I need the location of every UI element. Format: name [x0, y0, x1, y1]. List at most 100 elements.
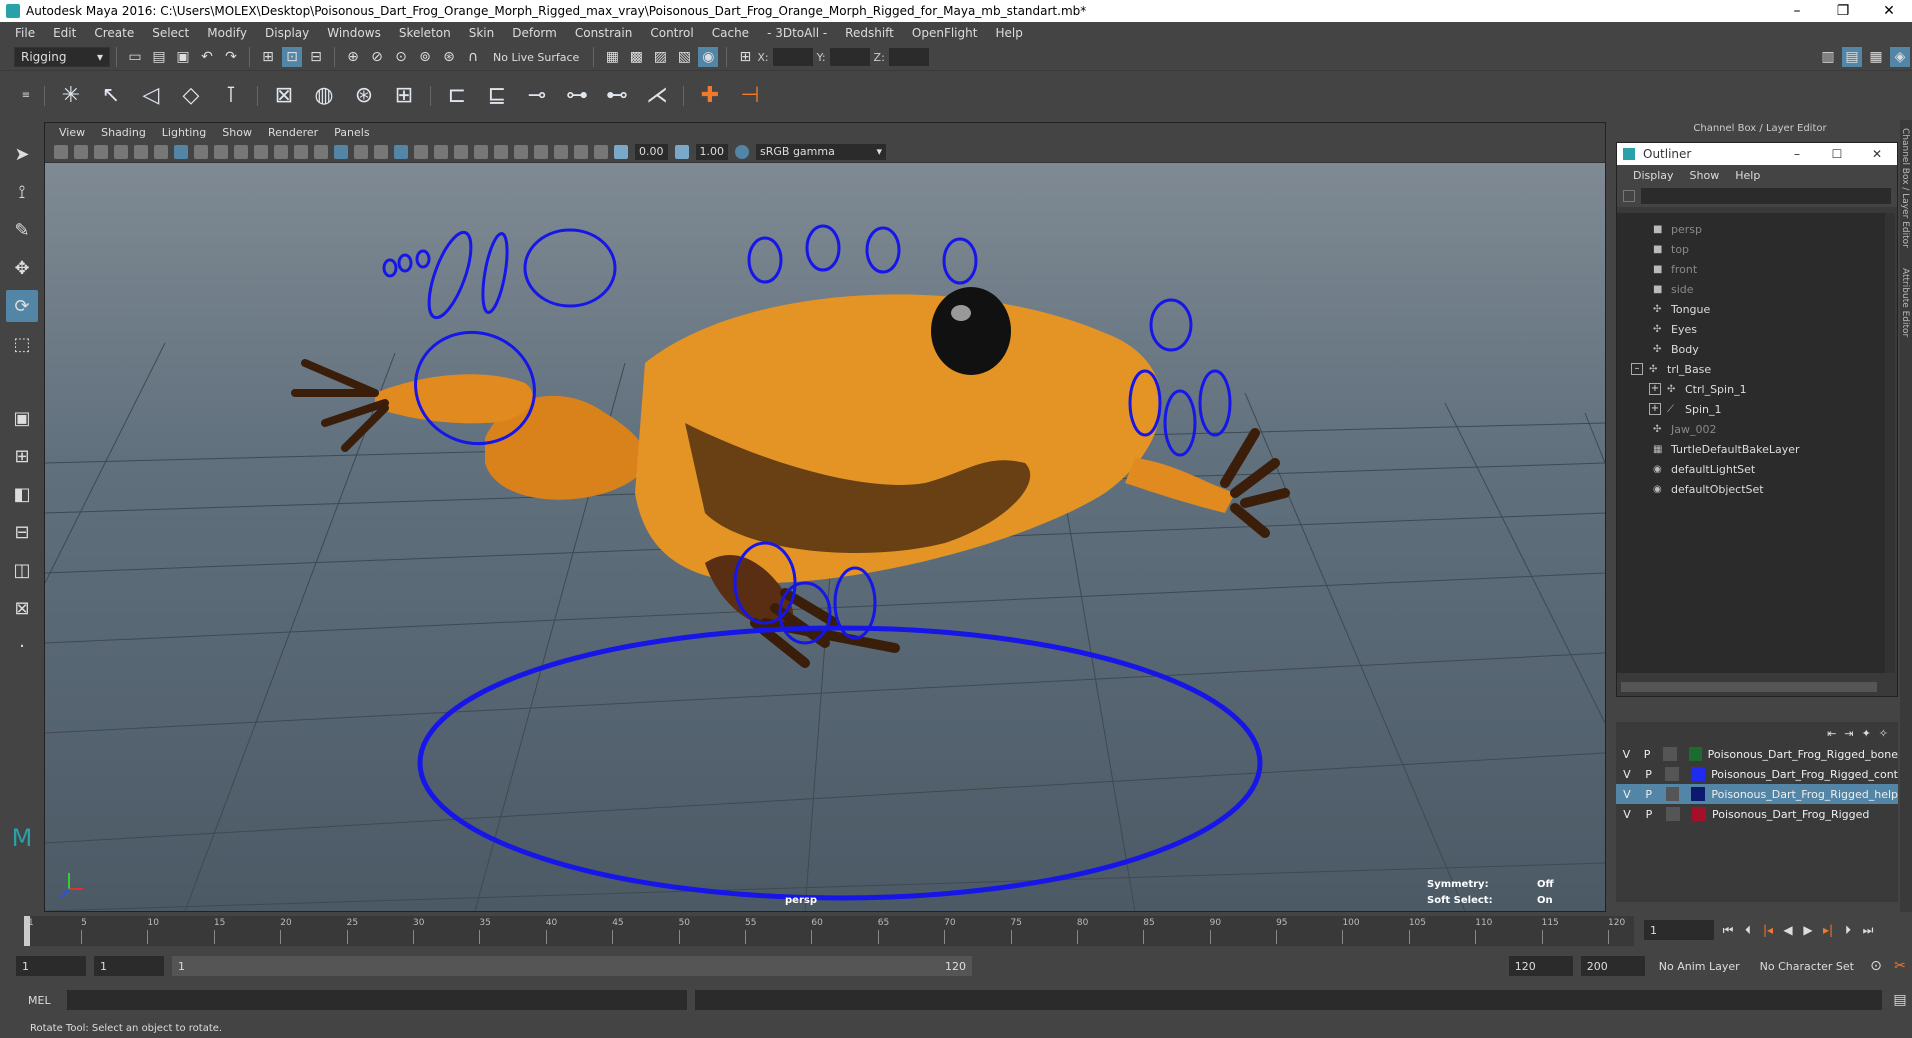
snap-surface-icon[interactable]: ⊛ [439, 47, 459, 67]
close-button[interactable]: ✕ [1866, 0, 1912, 22]
anti-alias-icon[interactable] [494, 144, 508, 159]
layer-display-type[interactable] [1665, 767, 1680, 781]
bind-skin-icon[interactable]: ⊏ [440, 79, 474, 113]
command-input[interactable] [66, 990, 687, 1010]
orient-constraint-icon[interactable]: ⊷ [600, 79, 634, 113]
lasso-tool-icon[interactable]: ⟟ [6, 176, 38, 208]
filter-icon[interactable] [1623, 190, 1635, 202]
anim-prefs-icon[interactable]: ✂ [1890, 956, 1910, 976]
live-surface-label[interactable]: No Live Surface [485, 51, 587, 64]
play-backward-icon[interactable]: ◀ [1778, 920, 1798, 940]
ik-spline-icon[interactable]: ◁ [134, 79, 168, 113]
render-view-icon[interactable]: ▦ [602, 47, 622, 67]
end-time-field[interactable]: 200 [1580, 956, 1645, 976]
layer-display-type[interactable] [1665, 787, 1680, 801]
new-layer-icon[interactable]: ✦ [1862, 727, 1871, 740]
textured-icon[interactable] [394, 144, 408, 159]
paint-weights-icon[interactable]: ⊑ [480, 79, 514, 113]
grid-icon[interactable] [174, 144, 188, 159]
layer-display-type[interactable] [1663, 747, 1677, 761]
select-hierarchy-icon[interactable]: ⊞ [258, 47, 278, 67]
channel-box-toggle-icon[interactable]: ▤ [1842, 47, 1862, 67]
step-forward-key-icon[interactable]: ⏵ [1838, 920, 1858, 940]
single-view-icon[interactable]: ▣ [6, 402, 38, 434]
outliner-menu-show[interactable]: Show [1682, 169, 1728, 182]
isolate-select-icon[interactable] [534, 144, 548, 159]
z-field[interactable] [888, 48, 929, 66]
depth-of-field-icon[interactable] [514, 144, 528, 159]
xray-icon[interactable] [554, 144, 568, 159]
minimize-button[interactable]: – [1774, 0, 1820, 22]
smooth-shade-icon[interactable] [334, 144, 348, 159]
menu-select[interactable]: Select [143, 26, 198, 40]
menu-file[interactable]: File [6, 26, 44, 40]
outliner-item[interactable]: ■ top [1617, 239, 1885, 259]
snap-view-icon[interactable]: ⊚ [415, 47, 435, 67]
motion-blur-icon[interactable] [474, 144, 488, 159]
pole-vector-icon[interactable]: ⋌ [640, 79, 674, 113]
cluster-icon[interactable]: ◍ [307, 79, 341, 113]
maximize-icon[interactable]: ☐ [1817, 147, 1857, 161]
parent-constraint-icon[interactable]: ⊣ [733, 79, 767, 113]
open-scene-icon[interactable]: ▤ [149, 47, 169, 67]
layer-color-swatch[interactable] [1691, 767, 1706, 781]
layer-color-swatch[interactable] [1691, 787, 1706, 801]
outliner-item[interactable]: ✣ Eyes [1617, 319, 1885, 339]
safe-title-icon[interactable] [294, 144, 308, 159]
layer-playback-toggle[interactable]: P [1638, 768, 1660, 781]
layer-visibility-toggle[interactable]: V [1616, 768, 1638, 781]
current-frame-field[interactable]: 1 [1644, 920, 1714, 940]
select-tool-icon[interactable]: ➤ [6, 138, 38, 170]
point-constraint-icon[interactable]: ⊸ [520, 79, 554, 113]
insert-joint-icon[interactable]: ◇ [174, 79, 208, 113]
exposure-icon[interactable] [614, 144, 628, 159]
layout-options-icon[interactable]: · [6, 630, 38, 662]
layer-playback-toggle[interactable]: P [1637, 748, 1658, 761]
layer-color-swatch[interactable] [1688, 747, 1702, 761]
script-editor-icon[interactable]: ▤ [1890, 990, 1910, 1010]
menu-openflight[interactable]: OpenFlight [903, 26, 987, 40]
3d-scene[interactable]: persp Symmetry: Off Soft Select: On [45, 163, 1605, 911]
xray-joints-icon[interactable] [574, 144, 588, 159]
color-management-icon[interactable] [735, 144, 749, 159]
save-scene-icon[interactable]: ▣ [173, 47, 193, 67]
bookmark-icon[interactable] [94, 144, 108, 159]
layer-playback-toggle[interactable]: P [1638, 808, 1660, 821]
joint-tool-icon[interactable]: ✳ [54, 79, 88, 113]
new-layer-selected-icon[interactable]: ✧ [1879, 727, 1888, 740]
gate-mask-icon[interactable] [234, 144, 248, 159]
menu-skin[interactable]: Skin [460, 26, 504, 40]
persp-hypershade-icon[interactable]: ◫ [6, 554, 38, 586]
outliner-item[interactable]: ✣ Body [1617, 339, 1885, 359]
menu-deform[interactable]: Deform [503, 26, 566, 40]
outliner-menu-help[interactable]: Help [1727, 169, 1768, 182]
vp-menu-panels[interactable]: Panels [326, 126, 377, 139]
wire-icon[interactable]: ⊞ [387, 79, 421, 113]
wireframe-icon[interactable] [314, 144, 328, 159]
layer-visibility-toggle[interactable]: V [1616, 788, 1638, 801]
layer-move-up-icon[interactable]: ⇤ [1827, 727, 1836, 740]
outliner-item[interactable]: ✣ Jaw_002 [1617, 419, 1885, 439]
mirror-joint-icon[interactable]: ⊺ [214, 79, 248, 113]
attribute-editor-tab[interactable]: Attribute Editor [1900, 268, 1910, 337]
transform-input-icon[interactable]: ⊞ [735, 47, 755, 67]
attribute-editor-toggle-icon[interactable]: ▦ [1866, 47, 1886, 67]
gamma-field[interactable]: 1.00 [695, 143, 728, 160]
ik-handle-icon[interactable]: ↖ [94, 79, 128, 113]
select-component-icon[interactable]: ⊟ [306, 47, 326, 67]
outliner-menu-display[interactable]: Display [1625, 169, 1682, 182]
new-scene-icon[interactable]: ▭ [125, 47, 145, 67]
undo-icon[interactable]: ↶ [197, 47, 217, 67]
playback-start-field[interactable]: 1 [94, 956, 164, 976]
lattice-icon[interactable]: ⊠ [267, 79, 301, 113]
outliner-item[interactable]: ◉ defaultLightSet [1617, 459, 1885, 479]
layer-visibility-toggle[interactable]: V [1616, 808, 1638, 821]
film-gate-icon[interactable] [194, 144, 208, 159]
persp-outliner-icon[interactable]: ◧ [6, 478, 38, 510]
y-field[interactable] [829, 48, 870, 66]
x-field[interactable] [772, 48, 813, 66]
menu-windows[interactable]: Windows [318, 26, 390, 40]
outliner-item[interactable]: + ⟋ Spin_1 [1617, 399, 1885, 419]
layer-playback-toggle[interactable]: P [1638, 788, 1660, 801]
range-bar[interactable]: 1 120 [172, 956, 972, 976]
